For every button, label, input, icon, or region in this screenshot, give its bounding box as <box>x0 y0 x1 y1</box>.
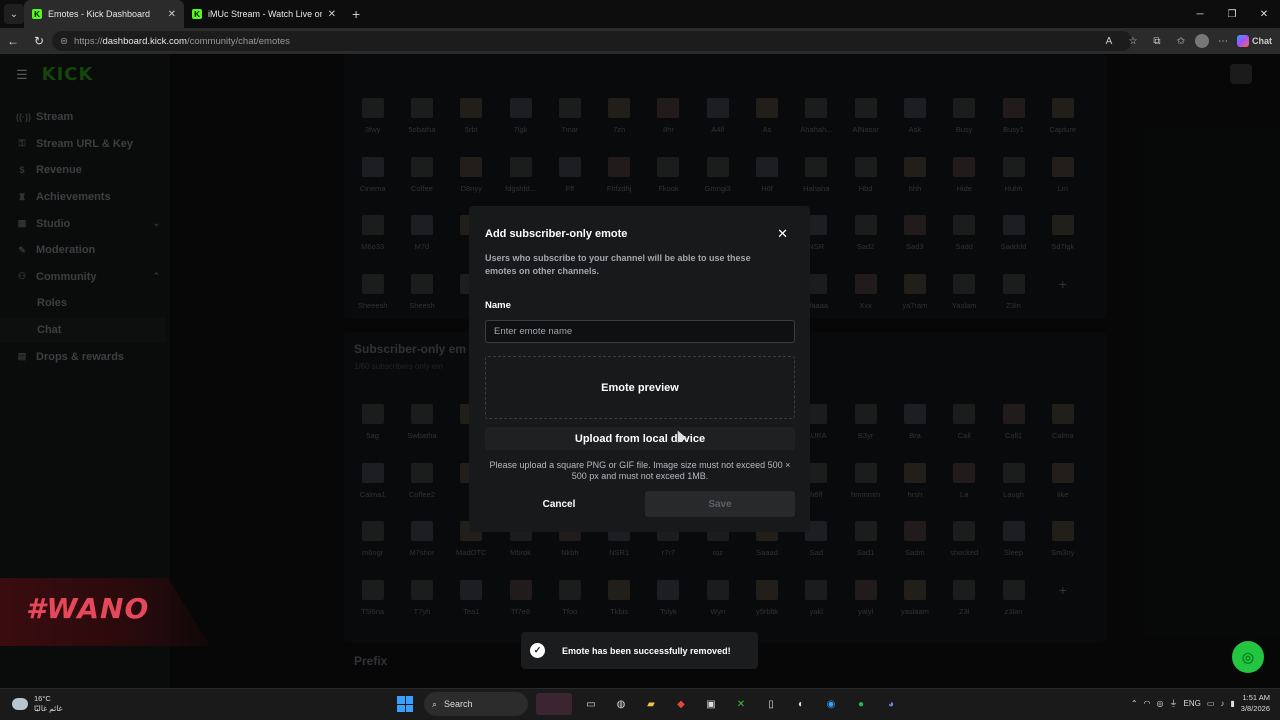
copilot-icon <box>1237 35 1249 47</box>
tab-title: Emotes - Kick Dashboard <box>48 9 151 19</box>
cloud-icon <box>12 698 28 710</box>
store-icon[interactable]: ▣ <box>700 693 722 715</box>
clock[interactable]: 1:51 AM 3/8/2026 <box>1241 692 1270 714</box>
show-hidden-icon[interactable]: ⌃ <box>1131 699 1138 708</box>
site-info-icon[interactable]: ⊜ <box>60 36 68 47</box>
more-menu-icon[interactable]: ⋯ <box>1213 31 1233 51</box>
minimize-icon[interactable]: ─ <box>1184 0 1216 28</box>
kick-favicon-icon: K <box>32 9 42 19</box>
search-icon: ⌕ <box>432 698 438 709</box>
browser-tabbar: ⌄ K Emotes - Kick Dashboard ✕ K iMUc Str… <box>0 0 1280 28</box>
upload-button[interactable]: Upload from local device <box>485 427 795 450</box>
edge-icon[interactable]: ◉ <box>820 693 842 715</box>
chrome-icon[interactable]: ◍ <box>610 693 632 715</box>
new-tab-icon[interactable]: + <box>352 6 360 22</box>
window-controls: ─ ❐ ✕ <box>1184 0 1280 28</box>
cancel-button[interactable]: Cancel <box>485 491 633 517</box>
restore-icon[interactable]: ❐ <box>1216 0 1248 28</box>
headset-icon: ◎ <box>1241 648 1255 665</box>
emote-preview: Emote preview <box>485 356 795 419</box>
epic-games-icon[interactable]: ▯ <box>760 693 782 715</box>
system-tray: ⌃ ◠ ◎ ⏚ ENG ▭ ♪ ▮ 1:51 AM 3/8/2026 <box>1131 692 1270 714</box>
browser-tab-1[interactable]: K Emotes - Kick Dashboard ✕ <box>24 0 184 28</box>
add-emote-modal: Add subscriber-only emote ✕ Users who su… <box>469 206 810 532</box>
profile-avatar[interactable] <box>1195 34 1209 48</box>
windows-taskbar: 16°C غائم غالبًا ⌕ Search ▭ ◍ ▰ ◆ ▣ ✕ ▯ ◐ … <box>0 688 1280 720</box>
usb-icon[interactable]: ⏚ <box>1169 698 1177 709</box>
weather-description: غائم غالبًا <box>34 704 63 713</box>
kick-favicon-icon: K <box>192 9 202 19</box>
tab-title: iMUc Stream - Watch Live on Kick <box>208 9 322 19</box>
reload-icon[interactable]: ↻ <box>26 28 52 54</box>
copilot-button[interactable]: Chat <box>1237 31 1272 51</box>
close-window-icon[interactable]: ✕ <box>1248 0 1280 28</box>
back-icon[interactable]: ← <box>0 28 26 54</box>
check-circle-icon: ✓ <box>530 643 545 658</box>
close-tab-icon[interactable]: ✕ <box>328 9 336 20</box>
spotify-icon[interactable]: ● <box>850 693 872 715</box>
language-indicator[interactable]: ENG <box>1183 699 1200 708</box>
battery-icon[interactable]: ▮ <box>1230 699 1234 708</box>
success-toast: ✓ Emote has been successfully removed! <box>521 632 758 669</box>
steam-icon[interactable]: ◐ <box>790 693 812 715</box>
read-aloud-icon[interactable]: A <box>1099 31 1119 51</box>
app-tray-icon[interactable]: ◎ <box>1157 699 1164 708</box>
taskbar-apps: ⌕ Search ▭ ◍ ▰ ◆ ▣ ✕ ▯ ◐ ◉ ● ◕ <box>394 692 902 716</box>
headset-tray-icon[interactable]: ◠ <box>1144 699 1151 708</box>
close-tab-icon[interactable]: ✕ <box>168 9 176 20</box>
widget-banner-icon[interactable] <box>536 693 572 715</box>
toast-message: Emote has been successfully removed! <box>562 645 731 656</box>
xbox-icon[interactable]: ✕ <box>730 693 752 715</box>
browser-toolbar: ← ↻ ⊜ https://dashboard.kick.com/communi… <box>0 28 1280 54</box>
emote-name-input[interactable] <box>485 320 795 343</box>
app-icon[interactable]: ◆ <box>670 693 692 715</box>
name-label: Name <box>485 300 511 311</box>
weather-widget[interactable]: 16°C غائم غالبًا <box>12 694 62 714</box>
address-bar[interactable]: ⊜ https://dashboard.kick.com/community/c… <box>52 31 1132 51</box>
task-view-icon[interactable]: ▭ <box>580 693 602 715</box>
upload-hint: Please upload a square PNG or GIF file. … <box>489 460 791 481</box>
modal-title: Add subscriber-only emote <box>485 228 628 240</box>
modal-description: Users who subscribe to your channel will… <box>485 253 751 276</box>
extensions-icon[interactable]: ⧉ <box>1147 31 1167 51</box>
favorite-star-icon[interactable]: ☆ <box>1123 31 1143 51</box>
close-icon[interactable]: ✕ <box>777 226 788 242</box>
file-explorer-icon[interactable]: ▰ <box>640 693 662 715</box>
start-icon[interactable] <box>394 693 416 715</box>
support-chat-button[interactable]: ◎ <box>1232 641 1264 673</box>
temperature: 16°C <box>34 694 51 703</box>
tab-list-chevron-icon[interactable]: ⌄ <box>4 4 24 24</box>
favorites-icon[interactable]: ✩ <box>1171 31 1191 51</box>
toolbar-actions: A ☆ ⧉ ✩ ⋯ Chat <box>1099 28 1280 54</box>
url-text: https://dashboard.kick.com/community/cha… <box>73 35 290 47</box>
discord-icon[interactable]: ◕ <box>880 693 902 715</box>
network-icon[interactable]: ▭ <box>1207 699 1215 708</box>
overlay-text: #WANO <box>26 592 150 625</box>
volume-icon[interactable]: ♪ <box>1220 699 1224 708</box>
browser-tab-2[interactable]: K iMUc Stream - Watch Live on Kick ✕ <box>184 0 344 28</box>
taskbar-search[interactable]: ⌕ Search <box>424 692 528 716</box>
save-button[interactable]: Save <box>645 491 795 517</box>
